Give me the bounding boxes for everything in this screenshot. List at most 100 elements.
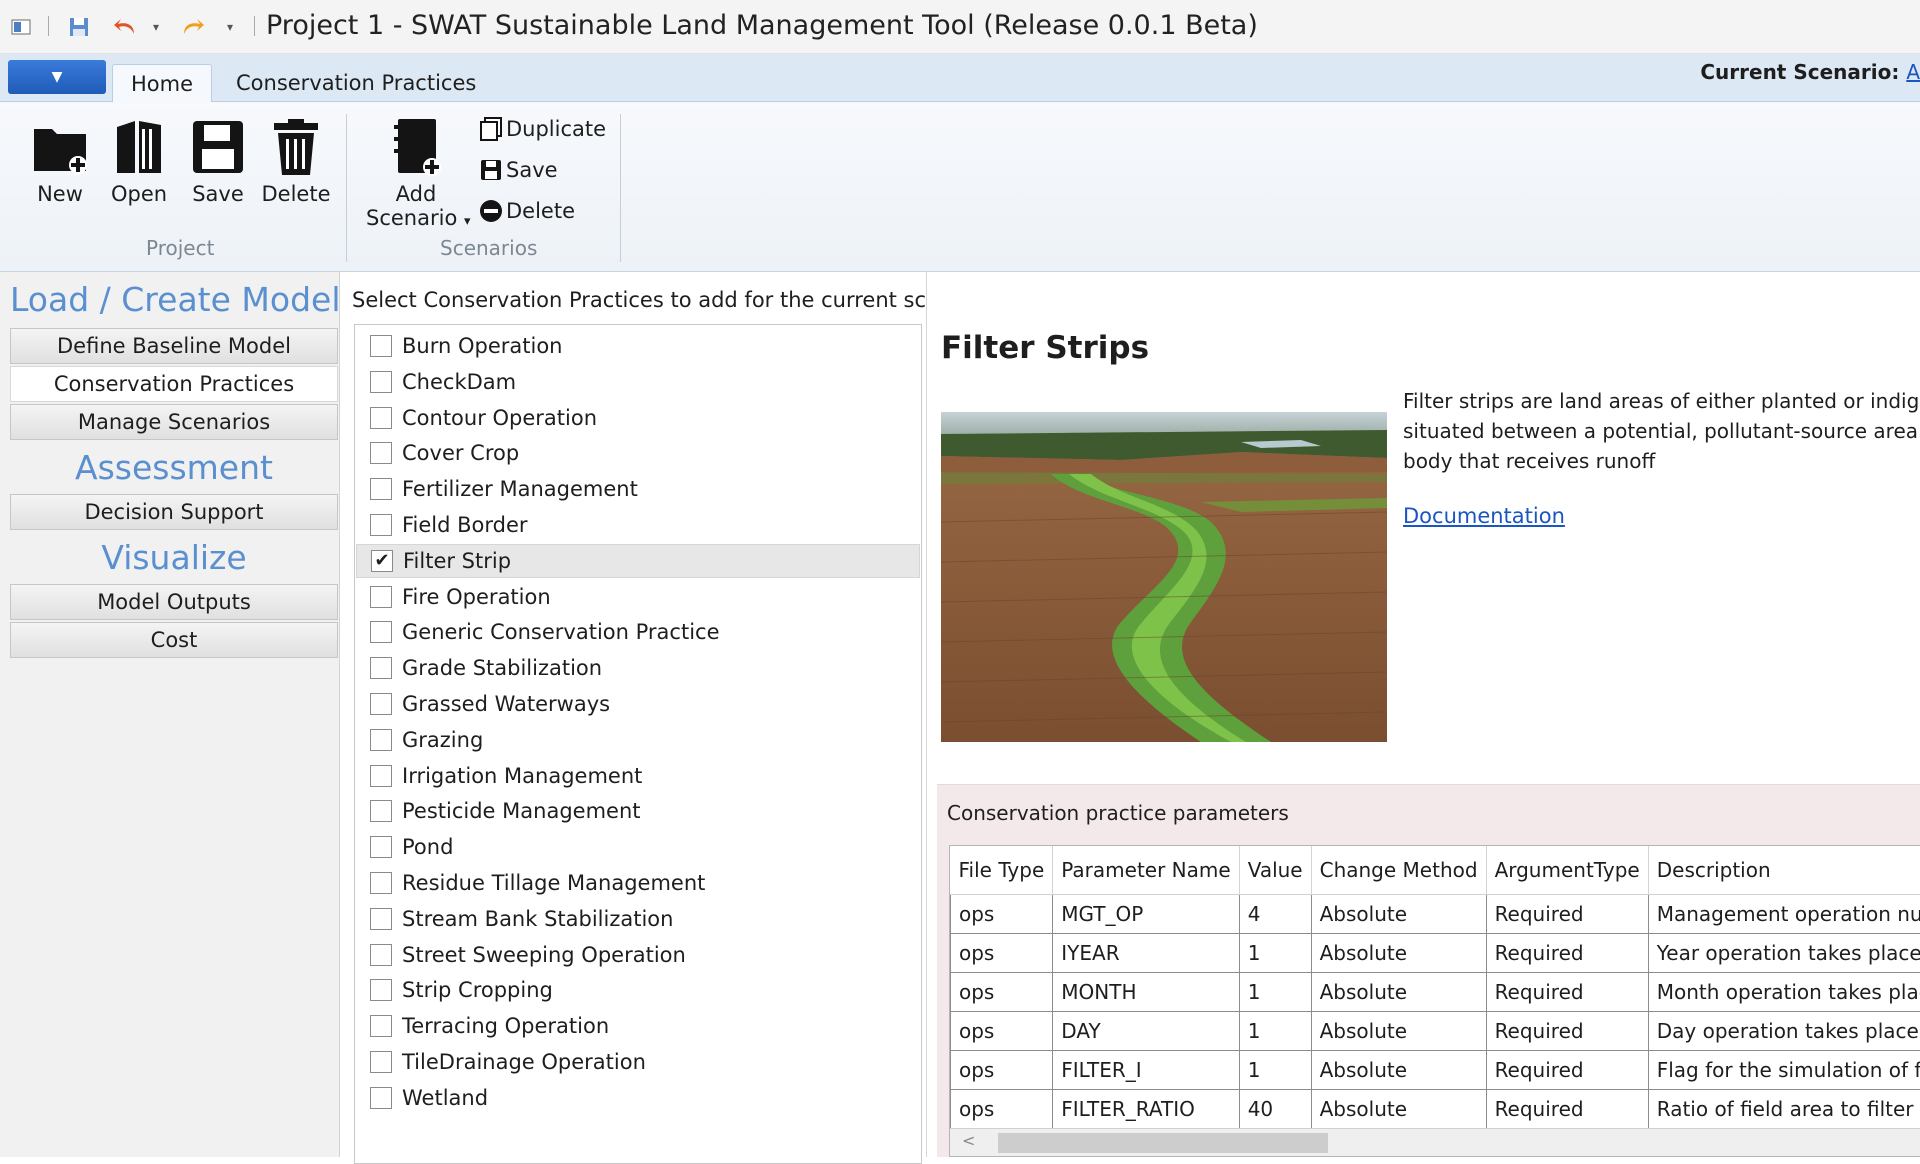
table-cell[interactable]: MONTH (1053, 972, 1239, 1011)
table-cell[interactable]: Absolute (1311, 1050, 1486, 1089)
table-cell[interactable]: Day operation takes place (1648, 1011, 1920, 1050)
table-cell[interactable]: ops (951, 1089, 1053, 1128)
table-cell[interactable]: Required (1486, 1089, 1648, 1128)
table-cell[interactable]: Month operation takes place (1648, 972, 1920, 1011)
practice-item[interactable]: Pond (356, 830, 920, 864)
practice-item[interactable]: Field Border (356, 508, 920, 542)
practice-item[interactable]: Burn Operation (356, 329, 920, 363)
practice-item[interactable]: Grazing (356, 723, 920, 757)
practice-item[interactable]: Cover Crop (356, 436, 920, 470)
checkbox[interactable] (370, 979, 392, 1001)
new-project-button[interactable]: New (24, 112, 96, 206)
nav-item-conservation-practices[interactable]: Conservation Practices (10, 366, 338, 402)
save-scenario-button[interactable]: Save (478, 155, 558, 185)
checkbox[interactable] (370, 586, 392, 608)
practice-item[interactable]: Fire Operation (356, 580, 920, 614)
checkbox[interactable] (370, 800, 392, 822)
save-project-button[interactable]: Save (182, 112, 254, 206)
duplicate-scenario-button[interactable]: Duplicate (478, 114, 606, 144)
practice-item[interactable]: Terracing Operation (356, 1009, 920, 1043)
current-scenario-link[interactable]: A (1906, 60, 1920, 84)
table-cell[interactable]: Flag for the simulation of filte (1648, 1050, 1920, 1089)
checkbox-checked[interactable]: ✔ (371, 550, 393, 572)
table-cell[interactable]: Absolute (1311, 933, 1486, 972)
table-cell[interactable]: DAY (1053, 1011, 1239, 1050)
practice-item[interactable]: Fertilizer Management (356, 472, 920, 506)
tab-home[interactable]: Home (112, 64, 212, 102)
table-cell[interactable]: ops (951, 1011, 1053, 1050)
table-cell[interactable]: Ratio of field area to filter stri (1648, 1089, 1920, 1128)
practice-item[interactable]: Street Sweeping Operation (356, 938, 920, 972)
table-row[interactable]: opsDAY1AbsoluteRequiredDay operation tak… (951, 1011, 1920, 1050)
nav-item-decision-support[interactable]: Decision Support (10, 494, 338, 530)
checkbox[interactable] (370, 693, 392, 715)
documentation-link[interactable]: Documentation (1403, 504, 1565, 528)
table-cell[interactable]: Required (1486, 933, 1648, 972)
checkbox[interactable] (370, 335, 392, 357)
practice-item[interactable]: TileDrainage Operation (356, 1045, 920, 1079)
practice-item[interactable]: Wetland (356, 1081, 920, 1115)
scroll-left-icon[interactable]: < (962, 1131, 975, 1150)
customize-toolbar-icon[interactable]: ▾ (222, 14, 238, 40)
add-scenario-button[interactable]: Add Scenario ▾ (366, 112, 466, 230)
practice-item[interactable]: ✔Filter Strip (356, 544, 920, 578)
practice-item[interactable]: Grade Stabilization (356, 651, 920, 685)
checkbox[interactable] (370, 765, 392, 787)
checkbox[interactable] (370, 1015, 392, 1037)
checkbox[interactable] (370, 1051, 392, 1073)
table-row[interactable]: opsMONTH1AbsoluteRequiredMonth operation… (951, 972, 1920, 1011)
column-header[interactable]: ArgumentType (1486, 846, 1648, 894)
redo-icon[interactable] (178, 14, 208, 40)
table-cell[interactable]: ops (951, 972, 1053, 1011)
practice-item[interactable]: Irrigation Management (356, 759, 920, 793)
table-cell[interactable]: 1 (1239, 972, 1311, 1011)
table-cell[interactable]: Required (1486, 972, 1648, 1011)
checkbox[interactable] (370, 514, 392, 536)
column-header[interactable]: Change Method (1311, 846, 1486, 894)
practice-item[interactable]: Residue Tillage Management (356, 866, 920, 900)
column-header[interactable]: Description (1648, 846, 1920, 894)
table-cell[interactable]: Absolute (1311, 1089, 1486, 1128)
table-cell[interactable]: 40 (1239, 1089, 1311, 1128)
table-row[interactable]: opsFILTER_I1AbsoluteRequiredFlag for the… (951, 1050, 1920, 1089)
nav-item-manage-scenarios[interactable]: Manage Scenarios (10, 404, 338, 440)
practice-item[interactable]: Generic Conservation Practice (356, 615, 920, 649)
table-cell[interactable]: ops (951, 1050, 1053, 1089)
table-cell[interactable]: Management operation numb (1648, 894, 1920, 933)
table-cell[interactable]: Required (1486, 1050, 1648, 1089)
practice-item[interactable]: Strip Cropping (356, 973, 920, 1007)
undo-icon[interactable] (110, 14, 140, 40)
checkbox[interactable] (370, 944, 392, 966)
checkbox[interactable] (370, 908, 392, 930)
table-row[interactable]: opsIYEAR1AbsoluteRequiredYear operation … (951, 933, 1920, 972)
nav-item-define-baseline-model[interactable]: Define Baseline Model (10, 328, 338, 364)
parameters-grid[interactable]: File TypeParameter NameValueChange Metho… (949, 845, 1920, 1157)
checkbox[interactable] (370, 657, 392, 679)
table-cell[interactable]: 1 (1239, 933, 1311, 972)
table-cell[interactable]: ops (951, 933, 1053, 972)
practices-list[interactable]: Burn OperationCheckDamContour OperationC… (354, 324, 922, 1164)
scrollbar-thumb[interactable] (998, 1133, 1328, 1153)
checkbox[interactable] (370, 729, 392, 751)
practice-item[interactable]: Contour Operation (356, 401, 920, 435)
table-row[interactable]: opsFILTER_RATIO40AbsoluteRequiredRatio o… (951, 1089, 1920, 1128)
checkbox[interactable] (370, 836, 392, 858)
practice-item[interactable]: Grassed Waterways (356, 687, 920, 721)
delete-scenario-button[interactable]: Delete (478, 196, 575, 226)
delete-project-button[interactable]: Delete (260, 112, 332, 206)
practice-item[interactable]: CheckDam (356, 365, 920, 399)
table-cell[interactable]: Absolute (1311, 972, 1486, 1011)
floppy-disk-icon[interactable] (66, 14, 92, 40)
checkbox[interactable] (370, 478, 392, 500)
table-cell[interactable]: ops (951, 894, 1053, 933)
app-icon[interactable] (8, 14, 34, 40)
checkbox[interactable] (370, 621, 392, 643)
application-menu-button[interactable]: ▼ (8, 60, 106, 94)
table-cell[interactable]: Required (1486, 1011, 1648, 1050)
table-cell[interactable]: MGT_OP (1053, 894, 1239, 933)
checkbox[interactable] (370, 371, 392, 393)
checkbox[interactable] (370, 407, 392, 429)
table-cell[interactable]: Year operation takes place (1648, 933, 1920, 972)
table-cell[interactable]: Required (1486, 894, 1648, 933)
undo-dropdown-icon[interactable]: ▾ (148, 14, 164, 40)
